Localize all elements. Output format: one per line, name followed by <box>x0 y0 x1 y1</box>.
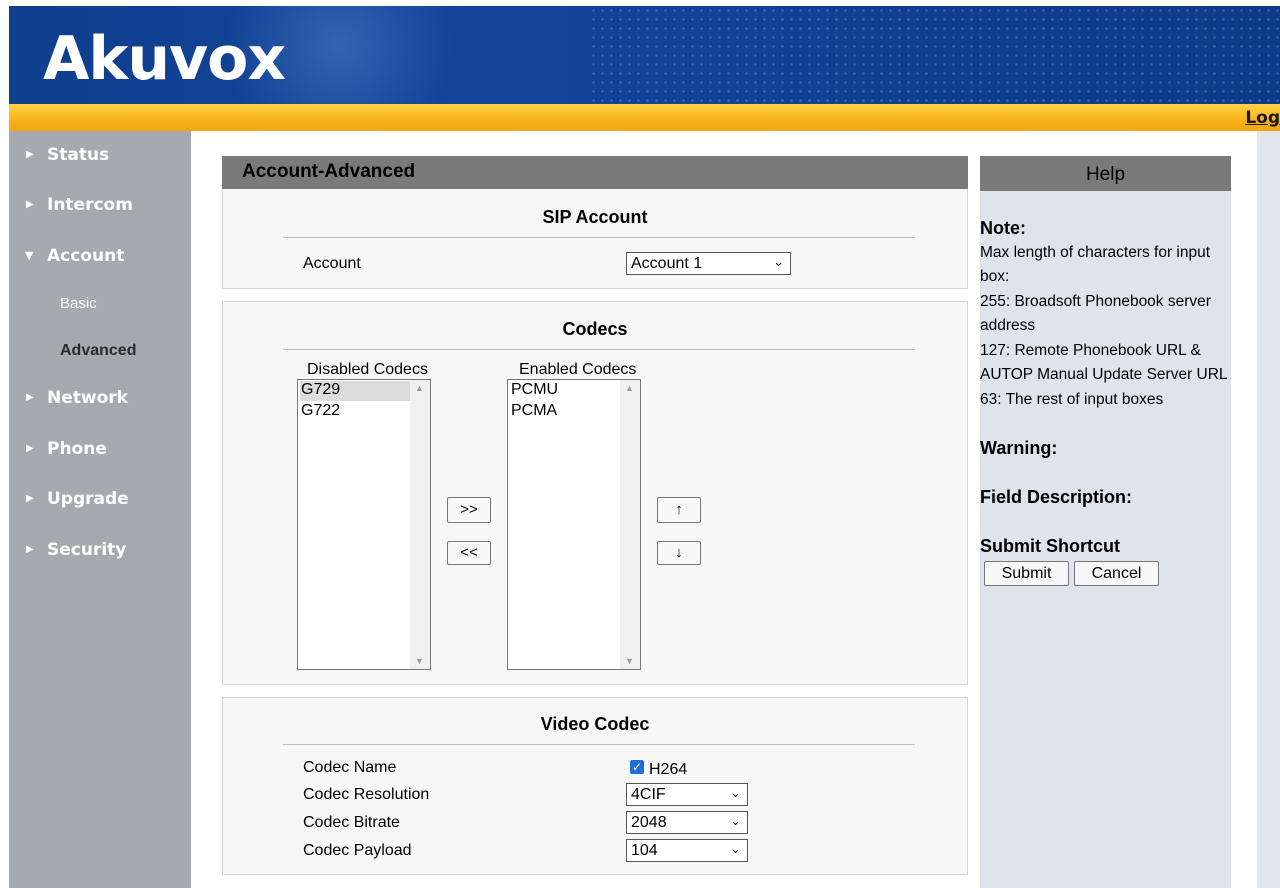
sip-account-title: SIP Account <box>542 207 648 227</box>
header-banner: Akuvox <box>9 6 1280 104</box>
enabled-codecs-list[interactable]: PCMU PCMA ▲ ▼ <box>507 379 641 670</box>
note-line: box: <box>980 268 1010 285</box>
note-line: AUTOP Manual Update Server URL <box>980 366 1228 383</box>
section-divider <box>283 237 915 238</box>
triangle-right-icon: ▶ <box>26 493 34 504</box>
chevron-down-icon: ⌄ <box>730 785 741 800</box>
list-item[interactable]: G722 <box>300 402 340 422</box>
codec-resolution-label: Codec Resolution <box>303 786 430 803</box>
disabled-codecs-label: Disabled Codecs <box>307 361 428 378</box>
note-line: Max length of characters for input <box>980 244 1211 261</box>
video-codec-section: Video Codec Codec Name ✓ H264 Codec Reso… <box>222 697 968 875</box>
submit-shortcut-heading: Submit Shortcut <box>980 536 1120 556</box>
account-label: Account <box>303 255 361 272</box>
scroll-up-icon[interactable]: ▲ <box>415 383 424 393</box>
enabled-codecs-label: Enabled Codecs <box>519 361 637 378</box>
list-item[interactable]: PCMU <box>510 381 558 401</box>
list-item[interactable]: G729 <box>300 381 410 401</box>
move-left-button[interactable]: << <box>447 541 491 565</box>
sidebar: ▶ Status ▶ Intercom ▼ Account Basic Adva… <box>9 131 191 888</box>
account-select[interactable]: Account 1 ⌄ <box>626 252 791 275</box>
codec-name-label: Codec Name <box>303 759 397 776</box>
sidebar-item-label: Phone <box>47 439 107 459</box>
codec-resolution-value: 4CIF <box>631 786 666 803</box>
warning-heading: Warning: <box>980 438 1058 458</box>
move-right-button[interactable]: >> <box>447 497 491 523</box>
codec-resolution-select[interactable]: 4CIF ⌄ <box>626 783 748 806</box>
scroll-down-icon[interactable]: ▼ <box>625 656 634 666</box>
orange-bar: Log <box>9 104 1280 131</box>
sidebar-item-intercom[interactable]: ▶ Intercom <box>9 195 191 223</box>
h264-label: H264 <box>649 761 688 778</box>
note-line: 127: Remote Phonebook URL & <box>980 342 1201 359</box>
sidebar-item-label: Intercom <box>47 195 133 215</box>
sip-account-section: SIP Account Account Account 1 ⌄ <box>222 189 968 289</box>
chevron-down-icon: ⌄ <box>730 841 741 856</box>
chevron-down-icon: ⌄ <box>730 813 741 828</box>
triangle-right-icon: ▶ <box>26 544 34 555</box>
codec-payload-label: Codec Payload <box>303 842 412 859</box>
codec-bitrate-label: Codec Bitrate <box>303 814 400 831</box>
panel-title: Account-Advanced <box>222 156 968 189</box>
codec-payload-value: 104 <box>631 842 658 859</box>
note-heading: Note: <box>980 218 1026 238</box>
sidebar-item-status[interactable]: ▶ Status <box>9 145 191 173</box>
triangle-right-icon: ▶ <box>26 443 34 454</box>
scrollbar[interactable]: ▲ ▼ <box>620 380 640 669</box>
sidebar-subitem-advanced[interactable]: Advanced <box>60 342 136 360</box>
disabled-codecs-list[interactable]: G729 G722 ▲ ▼ <box>297 379 431 670</box>
sidebar-item-security[interactable]: ▶ Security <box>9 540 191 568</box>
codec-bitrate-select[interactable]: 2048 ⌄ <box>626 811 748 834</box>
sidebar-item-label: Status <box>47 145 110 165</box>
chevron-down-icon: ⌄ <box>773 254 784 269</box>
triangle-right-icon: ▶ <box>26 392 34 403</box>
codec-payload-select[interactable]: 104 ⌄ <box>626 839 748 862</box>
help-panel: Help Note: Max length of characters for … <box>980 156 1231 888</box>
section-divider <box>283 744 915 745</box>
field-description-heading: Field Description: <box>980 487 1133 507</box>
triangle-down-icon: ▼ <box>25 249 34 262</box>
sidebar-item-label: Account <box>47 246 125 266</box>
right-strip <box>1257 131 1280 888</box>
logout-link[interactable]: Log <box>1245 108 1280 128</box>
triangle-right-icon: ▶ <box>26 149 34 160</box>
section-divider <box>283 349 915 350</box>
account-select-value: Account 1 <box>631 255 703 272</box>
video-codec-title: Video Codec <box>540 714 650 734</box>
triangle-right-icon: ▶ <box>26 199 34 210</box>
scroll-up-icon[interactable]: ▲ <box>625 383 634 393</box>
note-line: 63: The rest of input boxes <box>980 391 1164 408</box>
note-line: 255: Broadsoft Phonebook server <box>980 293 1211 310</box>
submit-button[interactable]: Submit <box>984 561 1069 586</box>
sidebar-item-account[interactable]: ▼ Account <box>9 246 191 274</box>
sidebar-subitem-basic[interactable]: Basic <box>60 295 97 312</box>
h264-checkbox[interactable]: ✓ <box>630 760 644 774</box>
list-item[interactable]: PCMA <box>510 402 557 422</box>
sidebar-item-label: Network <box>47 388 128 408</box>
help-title: Help <box>980 156 1231 191</box>
sidebar-item-upgrade[interactable]: ▶ Upgrade <box>9 489 191 517</box>
codec-bitrate-value: 2048 <box>631 814 667 831</box>
sidebar-item-label: Upgrade <box>47 489 129 509</box>
note-line: address <box>980 317 1036 334</box>
sidebar-item-label: Security <box>47 540 127 560</box>
cancel-button[interactable]: Cancel <box>1074 561 1159 586</box>
move-down-button[interactable]: ↓ <box>657 541 701 565</box>
akuvox-logo: Akuvox <box>43 24 286 94</box>
sidebar-item-phone[interactable]: ▶ Phone <box>9 439 191 467</box>
move-up-button[interactable]: ↑ <box>657 497 701 523</box>
sidebar-item-network[interactable]: ▶ Network <box>9 388 191 416</box>
header-dot-pattern <box>589 6 1280 104</box>
codecs-section: Codecs Disabled Codecs Enabled Codecs G7… <box>222 301 968 685</box>
scrollbar[interactable]: ▲ ▼ <box>410 380 430 669</box>
codecs-title: Codecs <box>562 319 628 339</box>
scroll-down-icon[interactable]: ▼ <box>415 656 424 666</box>
